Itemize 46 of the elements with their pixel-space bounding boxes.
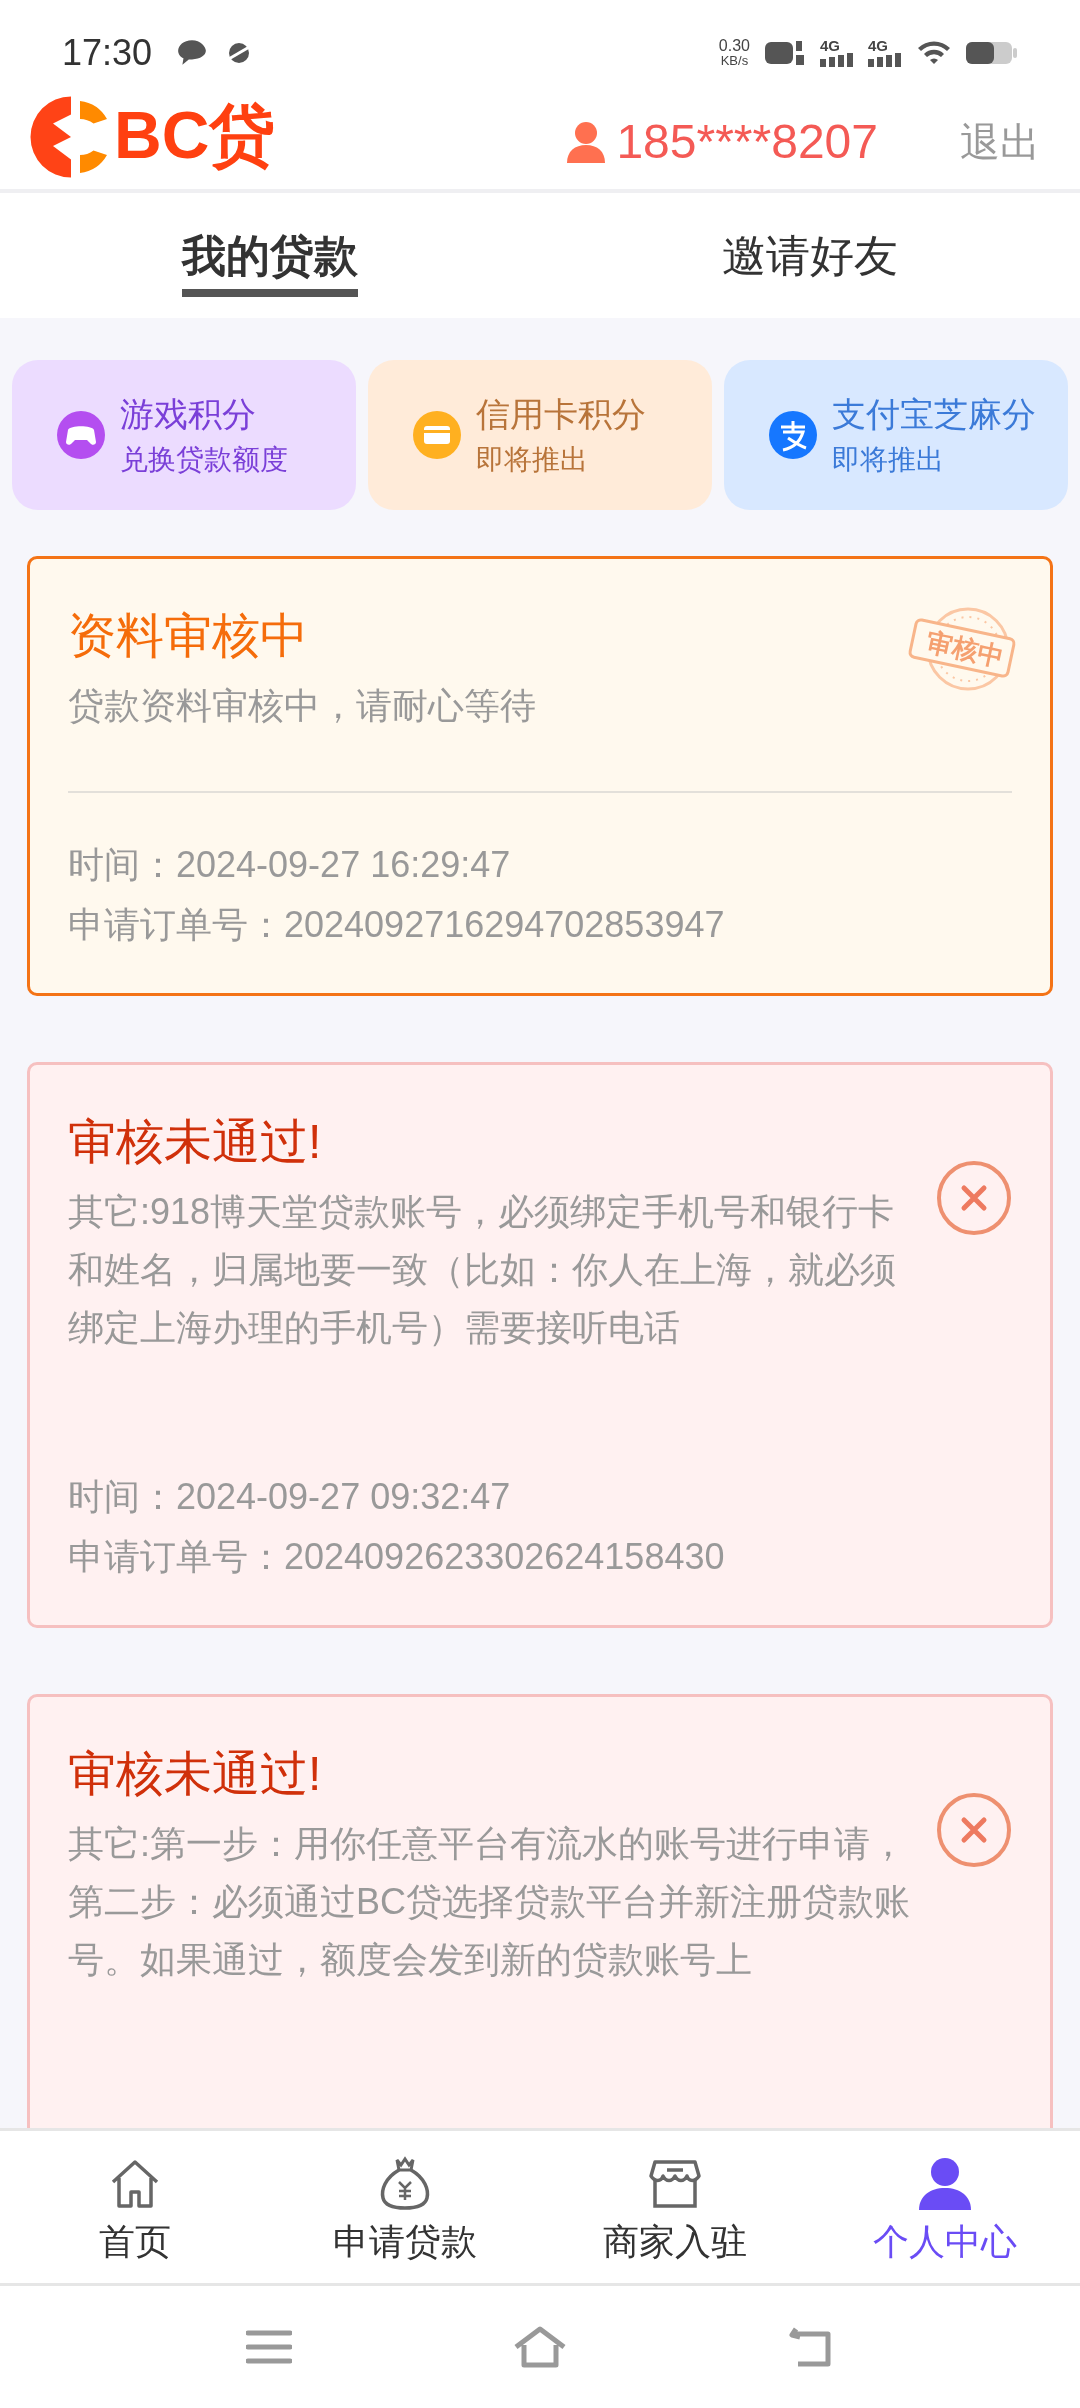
- close-circle-icon: [936, 1160, 1012, 1236]
- stamp-text: 审核中: [922, 624, 1008, 674]
- menu-icon: [246, 2329, 292, 2365]
- back-button[interactable]: [788, 2325, 834, 2369]
- nav-tab[interactable]: 申请贷款: [270, 2131, 540, 2283]
- alipay-icon: [768, 410, 818, 460]
- status-message: 其它:918博天堂贷款账号，必须绑定手机号和银行卡和姓名，归属地要一致（比如：你人在上海，就必须绑定上海办理的手机号）需要接听电话: [68, 1190, 897, 1350]
- promo-title: 游戏积分: [120, 394, 257, 435]
- battery-icon: [966, 39, 1018, 66]
- signal-icon: [868, 53, 904, 67]
- network-type: 4G: [820, 38, 841, 53]
- order-number: 申请订单号：2024092716294702853947: [68, 903, 726, 947]
- order-time: 时间：2024-09-27 16:29:47: [68, 843, 512, 887]
- phone-number: 185****8207: [616, 118, 878, 166]
- promo-subtitle: 即将推出: [832, 443, 945, 477]
- home-button[interactable]: [512, 2325, 568, 2369]
- order-number: 申请订单号：2024092623302624158430: [68, 1535, 726, 1579]
- network-speed: 0.30: [718, 38, 750, 54]
- nav-tab[interactable]: 商家入驻: [540, 2131, 810, 2283]
- nav-tab[interactable]: 个人中心: [810, 2131, 1080, 2283]
- network-type: 4G: [868, 38, 889, 53]
- status-title: 审核未通过!: [68, 1114, 322, 1170]
- card-icon: [412, 410, 462, 460]
- gamepad-icon: [56, 410, 106, 460]
- menu-button[interactable]: [246, 2329, 292, 2365]
- promo-title: 支付宝芝麻分: [832, 394, 1036, 435]
- chat-icon: [176, 37, 209, 68]
- promo-card[interactable]: 游戏积分 兑换贷款额度: [12, 360, 356, 510]
- tab[interactable]: 我的贷款: [182, 228, 358, 297]
- promo-subtitle: 兑换贷款额度: [120, 443, 288, 477]
- user-icon: [566, 121, 607, 163]
- promo-subtitle: 即将推出: [476, 443, 589, 477]
- tab[interactable]: 邀请好友: [722, 228, 898, 297]
- back-icon: [788, 2325, 834, 2369]
- speed-unit: KB/s: [720, 54, 749, 67]
- order-time: 时间：2024-09-27 09:32:47: [68, 1475, 512, 1519]
- status-message: 其它:第一步：用你任意平台有流水的账号进行申请，第二步：必须通过BC贷选择贷款平台并新注册贷款账号。如果通过，额度会发到新的贷款账号上: [68, 1822, 911, 1982]
- status-title: 审核未通过!: [68, 1746, 322, 1802]
- promo-title: 信用卡积分: [476, 394, 646, 435]
- status-message: 贷款资料审核中，请耐心等待: [68, 684, 537, 728]
- home-icon: [512, 2325, 568, 2369]
- signal-icon: [820, 53, 856, 67]
- status-title: 资料审核中: [68, 608, 308, 664]
- close-circle-icon: [936, 1792, 1012, 1868]
- nav-tab[interactable]: 首页: [0, 2131, 270, 2283]
- status-time: 17:30: [62, 30, 153, 75]
